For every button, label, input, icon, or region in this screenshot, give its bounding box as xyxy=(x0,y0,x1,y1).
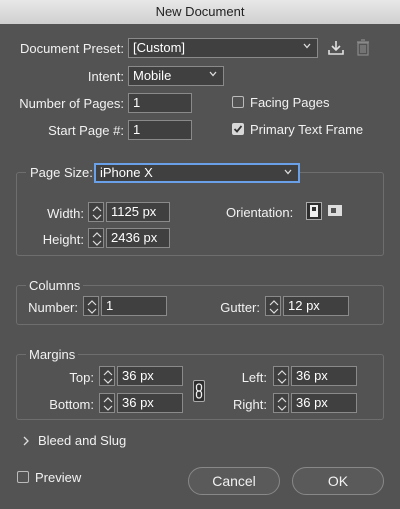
columns-title: Columns xyxy=(26,278,84,293)
preset-dropdown[interactable]: [Custom] xyxy=(128,38,318,58)
width-input[interactable]: 1125 px xyxy=(106,202,170,222)
width-stepper[interactable] xyxy=(88,202,104,222)
stepper-arrows-icon xyxy=(92,206,102,220)
stepper-arrows-icon xyxy=(277,370,287,384)
portrait-orientation-icon[interactable] xyxy=(306,202,322,220)
margin-bottom-input[interactable]: 36 px xyxy=(117,393,183,413)
landscape-orientation-icon[interactable] xyxy=(327,202,343,220)
orientation-label: Orientation: xyxy=(226,205,294,220)
intent-label: Intent: xyxy=(87,69,124,84)
stepper-arrows-icon xyxy=(103,397,113,411)
cancel-button[interactable]: Cancel xyxy=(188,467,280,495)
margin-left-input[interactable]: 36 px xyxy=(291,366,357,386)
page-size-label: Page Size: xyxy=(26,165,97,180)
height-stepper[interactable] xyxy=(88,228,104,248)
intent-dropdown[interactable]: Mobile xyxy=(128,66,224,86)
chevron-down-icon xyxy=(209,71,217,77)
gutter-input[interactable]: 12 px xyxy=(283,296,349,316)
column-number-label: Number: xyxy=(28,300,78,315)
margin-top-input[interactable]: 36 px xyxy=(117,366,183,386)
start-page-input[interactable]: 1 xyxy=(128,120,192,140)
checkmark-icon xyxy=(233,125,243,133)
chevron-down-icon xyxy=(303,43,311,49)
margin-right-label: Right: xyxy=(233,397,267,412)
trash-icon[interactable] xyxy=(356,39,370,56)
chevron-down-icon xyxy=(284,169,292,175)
chain-link-icon[interactable] xyxy=(193,380,205,402)
margin-bottom-label: Bottom: xyxy=(49,397,94,412)
column-number-input[interactable]: 1 xyxy=(101,296,167,316)
stepper-arrows-icon xyxy=(269,300,279,314)
page-size-dropdown[interactable]: iPhone X xyxy=(94,163,300,183)
page-size-value: iPhone X xyxy=(100,165,153,180)
preset-value: [Custom] xyxy=(133,40,186,55)
gutter-stepper[interactable] xyxy=(265,296,281,316)
gutter-label: Gutter: xyxy=(220,300,260,315)
margin-top-stepper[interactable] xyxy=(99,366,115,386)
facing-pages-checkbox[interactable] xyxy=(232,96,244,108)
facing-pages-label: Facing Pages xyxy=(250,95,330,110)
stepper-arrows-icon xyxy=(92,232,102,246)
stepper-arrows-icon xyxy=(103,370,113,384)
window-title: New Document xyxy=(0,0,400,24)
preview-label: Preview xyxy=(35,470,82,485)
width-label: Width: xyxy=(47,206,84,221)
column-number-stepper[interactable] xyxy=(83,296,99,316)
preset-label: Document Preset: xyxy=(19,41,124,56)
stepper-arrows-icon xyxy=(277,397,287,411)
primary-text-frame-label: Primary Text Frame xyxy=(250,122,364,137)
margin-left-stepper[interactable] xyxy=(273,366,289,386)
margin-left-label: Left: xyxy=(241,370,267,385)
pages-label: Number of Pages: xyxy=(19,96,124,111)
margin-right-stepper[interactable] xyxy=(273,393,289,413)
ok-button[interactable]: OK xyxy=(292,467,384,495)
margins-title: Margins xyxy=(26,347,79,362)
margin-top-label: Top: xyxy=(69,370,94,385)
margin-bottom-stepper[interactable] xyxy=(99,393,115,413)
stepper-arrows-icon xyxy=(87,300,97,314)
start-page-label: Start Page #: xyxy=(48,123,124,138)
margin-right-input[interactable]: 36 px xyxy=(291,393,357,413)
height-input[interactable]: 2436 px xyxy=(106,228,170,248)
height-label: Height: xyxy=(42,232,84,247)
save-preset-icon[interactable] xyxy=(327,40,345,56)
new-document-dialog: New Document Document Preset: [Custom] I… xyxy=(0,0,400,509)
preview-checkbox[interactable] xyxy=(17,471,29,483)
bleed-slug-toggle[interactable]: Bleed and Slug xyxy=(38,433,126,448)
intent-value: Mobile xyxy=(133,68,172,83)
pages-input[interactable]: 1 xyxy=(128,93,192,113)
disclosure-chevron-icon[interactable] xyxy=(22,436,30,446)
primary-text-frame-checkbox[interactable] xyxy=(232,123,244,135)
